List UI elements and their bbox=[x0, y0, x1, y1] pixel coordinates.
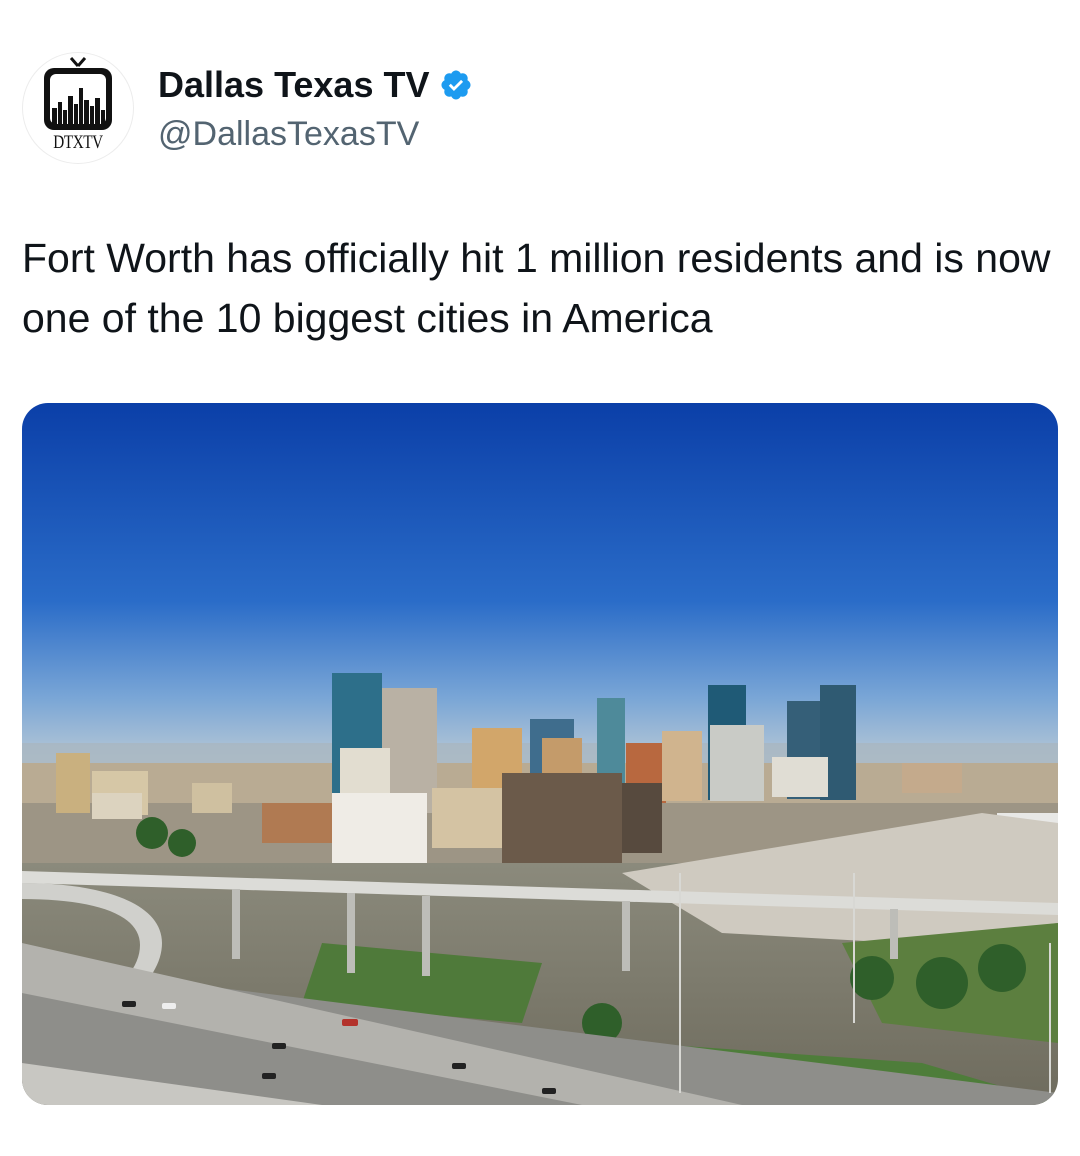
tweet-header: DTXTV Dallas Texas TV @DallasTexasTV bbox=[22, 52, 1058, 164]
author-avatar[interactable]: DTXTV bbox=[22, 52, 134, 164]
author-display-name[interactable]: Dallas Texas TV bbox=[158, 64, 429, 106]
tweet-photo[interactable] bbox=[22, 403, 1058, 1105]
avatar-logo-text: DTXTV bbox=[53, 132, 103, 153]
author-name-row: Dallas Texas TV bbox=[158, 64, 473, 106]
tweet-text: Fort Worth has officially hit 1 million … bbox=[22, 235, 1051, 341]
author-handle[interactable]: @DallasTexasTV bbox=[158, 114, 419, 154]
verified-badge-icon bbox=[439, 68, 473, 102]
fort-worth-skyline-photo bbox=[22, 403, 1058, 1105]
